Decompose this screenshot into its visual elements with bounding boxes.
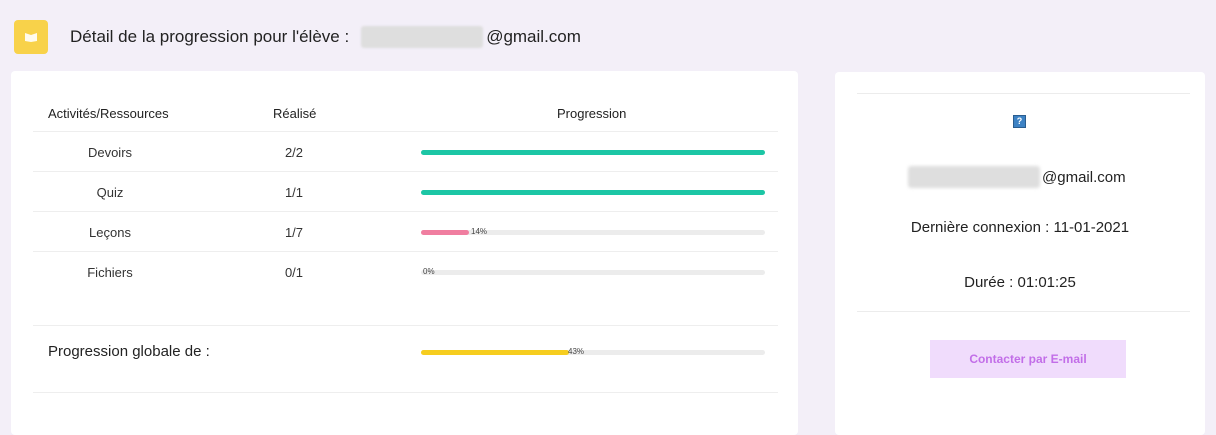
progress-bar-fill bbox=[421, 230, 469, 235]
column-header-done: Réalisé bbox=[273, 106, 317, 121]
session-duration: Durée : 01:01:25 bbox=[964, 274, 1076, 291]
progress-card bbox=[11, 71, 798, 435]
progress-bar: 14% bbox=[421, 227, 765, 236]
column-header-activities: Activités/Ressources bbox=[48, 106, 169, 121]
global-divider-bottom bbox=[33, 392, 778, 393]
row-done-count: 2/2 bbox=[284, 145, 304, 160]
row-done-count: 0/1 bbox=[284, 265, 304, 280]
help-icon[interactable]: ? bbox=[1013, 115, 1026, 128]
row-activity-name: Leçons bbox=[89, 225, 131, 240]
book-icon bbox=[14, 20, 48, 54]
progress-bar-fill bbox=[421, 150, 765, 155]
progress-bar bbox=[421, 190, 765, 195]
row-done-count: 1/7 bbox=[284, 225, 304, 240]
student-email: @gmail.com bbox=[908, 166, 1126, 188]
row-activity-name: Devoirs bbox=[87, 145, 133, 160]
header-divider bbox=[33, 131, 778, 132]
title-email-suffix: @gmail.com bbox=[486, 27, 581, 46]
global-progress-fill bbox=[421, 350, 569, 355]
email-suffix: @gmail.com bbox=[1042, 168, 1126, 186]
page-header: Détail de la progression pour l'élève : … bbox=[14, 20, 581, 54]
global-progress-label: Progression globale de : bbox=[48, 343, 210, 360]
redacted-email-name bbox=[908, 166, 1040, 188]
redacted-email-name bbox=[361, 26, 484, 48]
row-activity-name: Quiz bbox=[96, 185, 124, 200]
progress-bar bbox=[421, 150, 765, 155]
row-divider bbox=[33, 171, 778, 172]
last-login: Dernière connexion : 11-01-2021 bbox=[910, 219, 1130, 236]
row-divider bbox=[33, 251, 778, 252]
contact-by-email-button[interactable]: Contacter par E-mail bbox=[930, 340, 1126, 378]
progress-percent-label: 0% bbox=[423, 267, 435, 276]
page-title: Détail de la progression pour l'élève : … bbox=[70, 26, 581, 48]
progress-bar: 0% bbox=[421, 267, 765, 276]
global-progress-percent: 43% bbox=[568, 347, 585, 356]
progress-percent-label: 14% bbox=[471, 227, 488, 236]
title-prefix: Détail de la progression pour l'élève : bbox=[70, 27, 350, 46]
row-done-count: 1/1 bbox=[284, 185, 304, 200]
row-divider bbox=[33, 211, 778, 212]
global-progress-bar: 43% bbox=[421, 347, 765, 356]
profile-divider-top bbox=[857, 93, 1190, 94]
column-header-progress: Progression bbox=[557, 106, 627, 121]
progress-bar-fill bbox=[421, 190, 765, 195]
profile-divider-bottom bbox=[857, 311, 1190, 312]
row-activity-name: Fichiers bbox=[87, 265, 133, 280]
global-divider-top bbox=[33, 325, 778, 326]
